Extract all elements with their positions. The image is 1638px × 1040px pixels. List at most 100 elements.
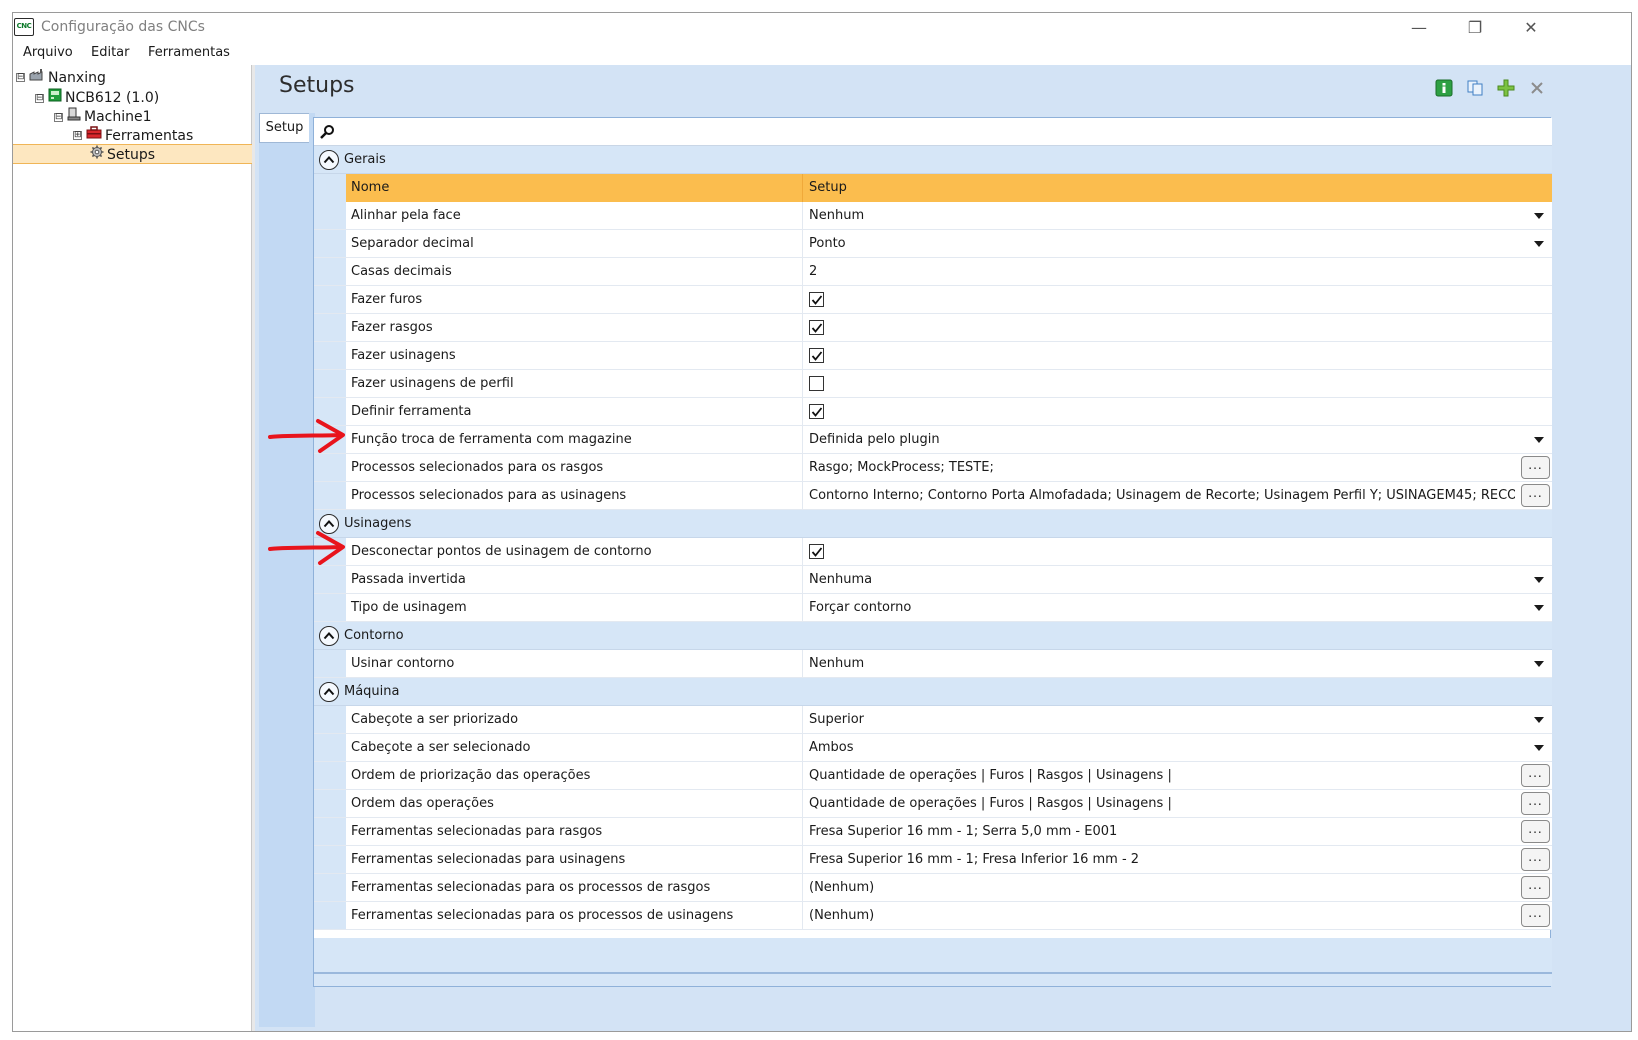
property-name[interactable]: Cabeçote a ser selecionado xyxy=(346,734,803,761)
property-name[interactable]: Ferramentas selecionadas para os process… xyxy=(346,874,803,901)
dropdown-arrow-icon[interactable] xyxy=(1534,661,1544,667)
collapse-icon[interactable]: ⊟ xyxy=(54,112,63,122)
property-value[interactable]: 2 xyxy=(803,258,1552,285)
tree-node-ferramentas[interactable]: ⊞ Ferramentas xyxy=(73,126,193,145)
checkbox-unchecked[interactable] xyxy=(809,376,824,391)
close-icon[interactable] xyxy=(1528,79,1546,97)
property-value[interactable]: Fresa Superior 16 mm - 1; Fresa Inferior… xyxy=(803,846,1552,873)
property-name[interactable]: Passada invertida xyxy=(346,566,803,593)
collapse-category-icon[interactable] xyxy=(319,150,339,170)
tree-node-nanxing[interactable]: ⊟ Nanxing xyxy=(16,68,106,87)
property-value[interactable]: Contorno Interno; Contorno Porta Almofad… xyxy=(803,482,1552,509)
property-name[interactable]: Cabeçote a ser priorizado xyxy=(346,706,803,733)
collapse-category-icon[interactable] xyxy=(319,682,339,702)
checkbox-checked[interactable] xyxy=(809,404,824,419)
category-label: Máquina xyxy=(344,684,400,699)
property-value[interactable]: Nenhum xyxy=(803,650,1552,677)
property-name[interactable]: Usinar contorno xyxy=(346,650,803,677)
property-name[interactable]: Ferramentas selecionadas para usinagens xyxy=(346,846,803,873)
ellipsis-button[interactable]: ... xyxy=(1521,904,1550,927)
property-value[interactable] xyxy=(803,538,1552,565)
property-value[interactable] xyxy=(803,314,1552,341)
property-value[interactable] xyxy=(803,370,1552,397)
header-nome[interactable]: Nome xyxy=(346,174,803,202)
property-value[interactable]: (Nenhum)... xyxy=(803,874,1552,901)
checkbox-checked[interactable] xyxy=(809,292,824,307)
minimize-button[interactable]: — xyxy=(1391,13,1447,43)
row-gutter xyxy=(314,174,346,202)
collapse-icon[interactable]: ⊟ xyxy=(16,73,25,82)
property-name[interactable]: Alinhar pela face xyxy=(346,202,803,229)
property-value[interactable] xyxy=(803,398,1552,425)
property-name[interactable]: Processos selecionados para as usinagens xyxy=(346,482,803,509)
close-window-button[interactable]: ✕ xyxy=(1503,13,1559,43)
property-name[interactable]: Casas decimais xyxy=(346,258,803,285)
property-name[interactable]: Fazer usinagens xyxy=(346,342,803,369)
header-setup[interactable]: Setup xyxy=(803,174,1552,202)
property-name[interactable]: Ordem de priorização das operações xyxy=(346,762,803,789)
ellipsis-button[interactable]: ... xyxy=(1521,456,1550,479)
checkbox-checked[interactable] xyxy=(809,348,824,363)
tree-node-setups[interactable]: Setups xyxy=(90,145,155,164)
property-value[interactable] xyxy=(803,342,1552,369)
property-name[interactable]: Ferramentas selecionadas para rasgos xyxy=(346,818,803,845)
property-value[interactable]: Forçar contorno xyxy=(803,594,1552,621)
ellipsis-button[interactable]: ... xyxy=(1521,848,1550,871)
dropdown-arrow-icon[interactable] xyxy=(1534,717,1544,723)
collapse-category-icon[interactable] xyxy=(319,626,339,646)
property-name[interactable]: Desconectar pontos de usinagem de contor… xyxy=(346,538,803,565)
expand-icon[interactable]: ⊞ xyxy=(73,131,82,140)
property-name[interactable]: Definir ferramenta xyxy=(346,398,803,425)
property-name[interactable]: Processos selecionados para os rasgos xyxy=(346,454,803,481)
maximize-button[interactable]: ❐ xyxy=(1447,13,1503,43)
property-name[interactable]: Fazer usinagens de perfil xyxy=(346,370,803,397)
property-row-cabecote-a-ser-selecionado: Cabeçote a ser selecionado Ambos xyxy=(314,734,1552,762)
menu-arquivo[interactable]: Arquivo xyxy=(19,45,77,60)
tree-node-label: Setups xyxy=(107,147,156,163)
dropdown-arrow-icon[interactable] xyxy=(1534,577,1544,583)
property-name[interactable]: Ferramentas selecionadas para os process… xyxy=(346,902,803,929)
property-name[interactable]: Tipo de usinagem xyxy=(346,594,803,621)
property-name[interactable]: Ordem das operações xyxy=(346,790,803,817)
property-name[interactable]: Fazer rasgos xyxy=(346,314,803,341)
dropdown-arrow-icon[interactable] xyxy=(1534,213,1544,219)
copy-icon[interactable] xyxy=(1466,79,1484,97)
ellipsis-button[interactable]: ... xyxy=(1521,792,1550,815)
property-value[interactable]: Definida pelo plugin xyxy=(803,426,1552,453)
tab-setup[interactable]: Setup xyxy=(259,113,309,143)
menu-ferramentas[interactable]: Ferramentas xyxy=(144,45,234,60)
ellipsis-button[interactable]: ... xyxy=(1521,484,1550,507)
collapse-icon[interactable]: ⊟ xyxy=(35,93,44,103)
menu-editar[interactable]: Editar xyxy=(87,45,134,60)
property-value[interactable]: Rasgo; MockProcess; TESTE;... xyxy=(803,454,1552,481)
tree-node-ncb612[interactable]: ⊟ NCB612 (1.0) xyxy=(35,88,159,107)
property-name[interactable]: Função troca de ferramenta com magazine xyxy=(346,426,803,453)
checkbox-checked[interactable] xyxy=(809,544,824,559)
property-row-passada-invertida: Passada invertida Nenhuma xyxy=(314,566,1552,594)
property-value[interactable]: Nenhum xyxy=(803,202,1552,229)
checkbox-checked[interactable] xyxy=(809,320,824,335)
info-icon[interactable] xyxy=(1435,79,1453,97)
property-name[interactable]: Separador decimal xyxy=(346,230,803,257)
property-value[interactable]: Superior xyxy=(803,706,1552,733)
property-value[interactable]: Ambos xyxy=(803,734,1552,761)
property-value[interactable]: (Nenhum)... xyxy=(803,902,1552,929)
tree-node-machine1[interactable]: ⊟ Machine1 xyxy=(54,107,152,126)
property-value[interactable] xyxy=(803,286,1552,313)
dropdown-arrow-icon[interactable] xyxy=(1534,745,1544,751)
property-value[interactable]: Ponto xyxy=(803,230,1552,257)
dropdown-arrow-icon[interactable] xyxy=(1534,437,1544,443)
property-value[interactable]: Nenhuma xyxy=(803,566,1552,593)
property-value[interactable]: Fresa Superior 16 mm - 1; Serra 5,0 mm -… xyxy=(803,818,1552,845)
property-name[interactable]: Fazer furos xyxy=(346,286,803,313)
ellipsis-button[interactable]: ... xyxy=(1521,876,1550,899)
property-value[interactable]: Quantidade de operações | Furos | Rasgos… xyxy=(803,790,1552,817)
dropdown-arrow-icon[interactable] xyxy=(1534,605,1544,611)
add-icon[interactable] xyxy=(1497,79,1515,97)
ellipsis-button[interactable]: ... xyxy=(1521,764,1550,787)
title-bar[interactable]: CNC Configuração das CNCs — ❐ ✕ xyxy=(13,13,1631,43)
ellipsis-button[interactable]: ... xyxy=(1521,820,1550,843)
dropdown-arrow-icon[interactable] xyxy=(1534,241,1544,247)
property-value[interactable]: Quantidade de operações | Furos | Rasgos… xyxy=(803,762,1552,789)
search-input[interactable] xyxy=(340,121,1540,143)
